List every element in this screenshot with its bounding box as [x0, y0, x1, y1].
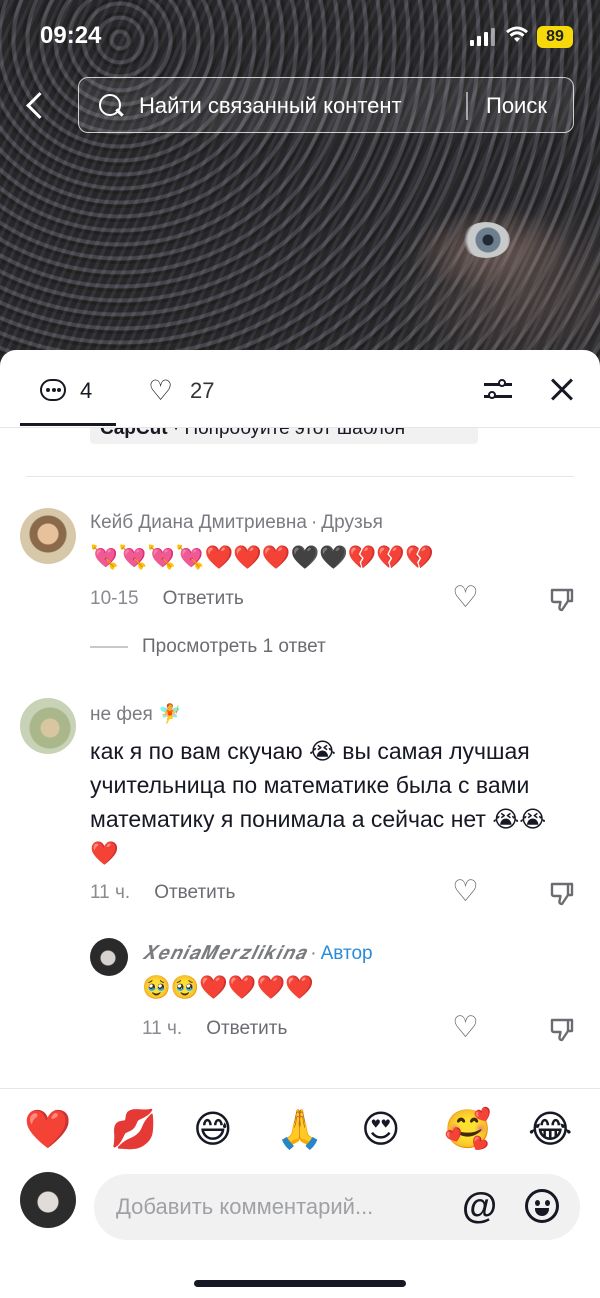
- avatar[interactable]: [20, 508, 76, 564]
- divider: [26, 476, 574, 477]
- search-divider: [466, 92, 468, 120]
- reaction-heart[interactable]: ❤️: [24, 1107, 71, 1153]
- signal-icon: [470, 28, 496, 46]
- reaction-joy[interactable]: 😂: [528, 1107, 572, 1153]
- dislike-icon[interactable]: [548, 586, 576, 614]
- reply-button[interactable]: Ответить: [163, 588, 244, 609]
- battery-indicator: 89: [537, 26, 573, 48]
- search-bar[interactable]: Найти связанный контент Поиск: [78, 77, 574, 133]
- my-avatar: [20, 1172, 76, 1228]
- comment-time: 10-15: [90, 588, 139, 609]
- reply-button[interactable]: Ответить: [154, 882, 235, 903]
- reply-button[interactable]: Ответить: [206, 1018, 287, 1039]
- search-button[interactable]: Поиск: [486, 93, 547, 119]
- video-background-eye: [462, 222, 510, 258]
- reaction-heart-eyes[interactable]: 😍: [361, 1107, 401, 1153]
- home-indicator: [194, 1280, 406, 1287]
- comment-input-placeholder[interactable]: Добавить комментарий...: [116, 1194, 373, 1220]
- wifi-icon: [506, 26, 528, 50]
- dislike-icon[interactable]: [548, 1016, 576, 1044]
- top-bar: Найти связанный контент Поиск: [0, 76, 600, 136]
- reaction-pray[interactable]: 🙏: [276, 1107, 323, 1153]
- author-name: Кейб Диана Дмитриевна: [90, 512, 307, 533]
- comments-sheet: 4 ♡ 27 CapCut · Попробуйте этот шаблон К…: [0, 350, 600, 1298]
- quick-reactions-bar: ❤️ 💋 😅 🙏 😍 🥰 😂: [0, 1088, 600, 1174]
- comment-author[interactable]: Кейб Диана Дмитриевна · Друзья: [90, 512, 383, 534]
- filter-icon[interactable]: [484, 378, 512, 402]
- comment-time: 11 ч.: [90, 882, 131, 903]
- comment-text: 🥹🥹❤️❤️❤️❤️: [142, 974, 314, 1000]
- reaction-smiling-hearts[interactable]: 🥰: [444, 1107, 491, 1153]
- author-badge: Автор: [320, 943, 373, 964]
- comment-meta: 11 ч. Ответить: [142, 1018, 287, 1040]
- comment-time: 11 ч.: [142, 1018, 183, 1039]
- view-replies-button[interactable]: Просмотреть 1 ответ: [90, 636, 326, 658]
- comment-icon: [40, 379, 66, 401]
- emoji-icon[interactable]: [525, 1189, 559, 1223]
- comment-meta: 10-15 Ответить: [90, 588, 244, 610]
- reaction-kiss[interactable]: 💋: [110, 1107, 157, 1153]
- mention-icon[interactable]: @: [462, 1186, 497, 1226]
- back-icon[interactable]: [22, 90, 52, 124]
- status-bar: 09:24 89: [0, 0, 600, 72]
- author-relation: Друзья: [321, 512, 383, 533]
- author-name: 𝑿𝒆𝒏𝒊𝒂𝑴𝒆𝒓𝒛𝒍𝒊𝒌𝒊𝒏𝒂: [142, 942, 307, 964]
- status-time: 09:24: [40, 22, 102, 49]
- comment-text: 💘💘💘💘❤️❤️❤️🖤🖤💔💔💔: [90, 544, 434, 570]
- comment-text: как я по вам скучаю 😭 вы самая лучшая уч…: [90, 738, 547, 866]
- heart-icon: ♡: [148, 375, 174, 406]
- comment-input[interactable]: Добавить комментарий... @: [94, 1174, 580, 1240]
- comment-input-row: Добавить комментарий... @: [0, 1172, 600, 1240]
- like-icon[interactable]: ♡: [452, 877, 482, 907]
- avatar[interactable]: [90, 938, 128, 976]
- comment-author[interactable]: не фея 🧚: [90, 702, 182, 726]
- dislike-icon[interactable]: [548, 880, 576, 908]
- search-icon: [99, 94, 123, 118]
- close-icon[interactable]: [550, 378, 574, 402]
- avatar[interactable]: [20, 698, 76, 754]
- comment-meta: 11 ч. Ответить: [90, 882, 235, 904]
- reaction-sweat-smile[interactable]: 😅: [193, 1107, 233, 1153]
- sheet-header: 4 ♡ 27: [0, 350, 600, 428]
- search-input[interactable]: Найти связанный контент: [139, 93, 402, 119]
- author-emoji: 🧚: [158, 704, 182, 725]
- tab-comments[interactable]: 4: [20, 368, 116, 426]
- comments-count: 4: [80, 378, 93, 403]
- likes-count: 27: [190, 378, 215, 403]
- like-icon[interactable]: ♡: [452, 583, 482, 613]
- author-name: не фея: [90, 704, 153, 725]
- like-icon[interactable]: ♡: [452, 1013, 482, 1043]
- comment-author[interactable]: 𝑿𝒆𝒏𝒊𝒂𝑴𝒆𝒓𝒛𝒍𝒊𝒌𝒊𝒏𝒂 · Автор: [142, 942, 373, 965]
